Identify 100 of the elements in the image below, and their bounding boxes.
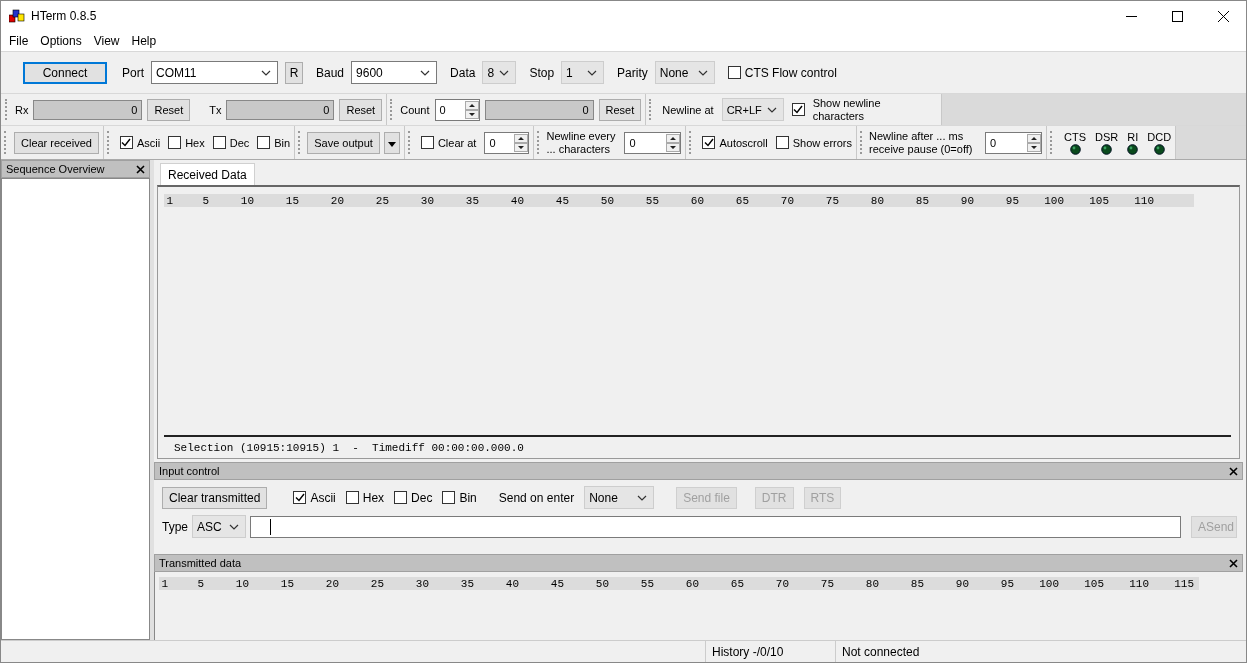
maximize-icon[interactable] <box>1171 10 1183 22</box>
ruler-number: 50 <box>599 194 614 207</box>
line-label: RI <box>1127 130 1139 143</box>
stop-bits-dropdown[interactable]: 1 <box>561 61 605 84</box>
checkbox[interactable]: Hex <box>168 136 205 149</box>
ruler-number: 25 <box>369 577 384 590</box>
panel-title: Input control <box>159 465 220 477</box>
ruler-number: 90 <box>959 194 974 207</box>
data-bits-dropdown[interactable]: 8 <box>482 61 517 84</box>
checkbox[interactable]: Dec <box>394 490 433 505</box>
menu-item[interactable]: Help <box>125 34 163 48</box>
newline-after-spinbox[interactable]: 0 <box>985 131 1043 154</box>
tab[interactable]: Received Data <box>160 163 255 185</box>
menu-item[interactable]: File <box>3 34 35 48</box>
parity-dropdown[interactable]: None <box>654 61 715 84</box>
checkbox[interactable]: Bin <box>257 136 291 149</box>
ruler-number: 5 <box>201 194 209 207</box>
ruler-number: 100 <box>1038 577 1059 590</box>
checkbox[interactable]: Ascii <box>293 490 336 505</box>
chevron-down-icon <box>420 69 431 76</box>
checkbox[interactable]: Autoscroll <box>702 136 768 149</box>
spin-arrows-icon[interactable] <box>1027 133 1042 152</box>
checkbox[interactable]: Show newline characters <box>791 96 893 123</box>
chevron-down-icon <box>499 69 510 76</box>
ruler-number: 85 <box>909 577 924 590</box>
checkbox[interactable]: Dec <box>212 136 250 149</box>
newline-at-label: Newline at <box>662 103 714 116</box>
ruler-number: 80 <box>864 577 879 590</box>
menu-item[interactable]: View <box>87 34 126 48</box>
close-icon[interactable] <box>1217 10 1229 22</box>
checkbox[interactable]: CTS Flow control <box>727 65 837 80</box>
ruler-number: 95 <box>1004 194 1019 207</box>
window-title: HTerm 0.8.5 <box>31 9 98 23</box>
spin-arrows-icon[interactable] <box>666 133 681 152</box>
checkbox[interactable]: Bin <box>442 490 477 505</box>
chevron-down-icon <box>637 494 648 501</box>
count-spinbox[interactable]: 0 <box>434 98 480 121</box>
ruler-number: 110 <box>1128 577 1149 590</box>
rescan-button[interactable]: R <box>285 61 303 84</box>
ruler-number: 100 <box>1043 194 1064 207</box>
dropdown-button[interactable] <box>383 131 400 154</box>
line-label: DSR <box>1095 130 1119 143</box>
close-icon[interactable] <box>136 164 145 174</box>
ruler-number: 10 <box>234 577 249 590</box>
ruler-number: 65 <box>729 577 744 590</box>
send-on-enter-dropdown[interactable]: None <box>584 486 655 509</box>
newline-after-label: Newline after ... ms receive pause (0=off) <box>869 129 974 156</box>
checkbox[interactable]: Hex <box>345 490 385 505</box>
ruler-number: 75 <box>819 577 834 590</box>
close-icon[interactable] <box>1229 466 1238 476</box>
ruler-number: 30 <box>419 194 434 207</box>
clear-received-button[interactable]: Clear received <box>14 131 99 154</box>
input-field[interactable] <box>250 515 1181 538</box>
ruler-number: 20 <box>329 194 344 207</box>
save-output-button[interactable]: Save output <box>307 131 380 154</box>
baud-dropdown[interactable]: 9600 <box>351 61 438 84</box>
checkbox[interactable]: Clear at <box>420 136 477 149</box>
clear-at-spinbox[interactable]: 0 <box>484 131 530 154</box>
close-icon[interactable] <box>1229 558 1238 568</box>
newline-every-label: Newline every ... characters <box>546 129 617 156</box>
ruler-number: 70 <box>779 194 794 207</box>
connection-status: Not connected <box>835 641 1035 662</box>
count-label: Count <box>400 103 430 116</box>
selection-status: Selection (10915:10915) 1 - Timediff 00:00:00.000.0 <box>174 442 524 454</box>
tx-counter: 0 <box>226 99 335 120</box>
ruler-number: 80 <box>869 194 884 207</box>
checkbox[interactable]: Ascii <box>119 136 161 149</box>
connect-button[interactable]: Connect <box>23 61 107 84</box>
rx-counter: 0 <box>33 99 143 120</box>
ruler-number: 20 <box>324 577 339 590</box>
newline-every-spinbox[interactable]: 0 <box>624 131 682 154</box>
ruler-number: 75 <box>824 194 839 207</box>
ruler-number: 25 <box>374 194 389 207</box>
checkmark-icon <box>793 105 804 114</box>
spin-arrows-icon[interactable] <box>464 100 479 119</box>
chevron-down-icon <box>229 523 239 530</box>
reset-button[interactable]: Reset <box>339 98 383 121</box>
port-dropdown[interactable]: COM11 <box>151 61 278 84</box>
ruler-number: 105 <box>1083 577 1104 590</box>
ruler-number: 10 <box>239 194 254 207</box>
menu-item[interactable]: Options <box>34 34 88 48</box>
reset-button[interactable]: Reset <box>147 98 191 121</box>
newline-dropdown[interactable]: CR+LF <box>721 98 784 121</box>
count-total: 0 <box>484 99 594 120</box>
checkbox[interactable]: Show errors <box>775 136 853 149</box>
port-label: Port <box>122 65 144 80</box>
app-logo-icon <box>9 9 25 23</box>
ruler-number: 35 <box>459 577 474 590</box>
ruler-number: 85 <box>914 194 929 207</box>
rx-label: Rx <box>15 103 29 116</box>
ruler-number: 60 <box>689 194 704 207</box>
ruler-number: 115 <box>1173 577 1194 590</box>
type-dropdown[interactable]: ASC <box>192 515 246 538</box>
clear-transmitted-button[interactable]: Clear transmitted <box>162 486 268 509</box>
chevron-down-icon <box>766 106 777 113</box>
panel-title: Sequence Overview <box>6 163 105 175</box>
reset-button[interactable]: Reset <box>598 98 642 121</box>
ruler-number: 1 <box>165 194 173 207</box>
caret-icon <box>387 141 396 147</box>
spin-arrows-icon[interactable] <box>514 133 529 152</box>
